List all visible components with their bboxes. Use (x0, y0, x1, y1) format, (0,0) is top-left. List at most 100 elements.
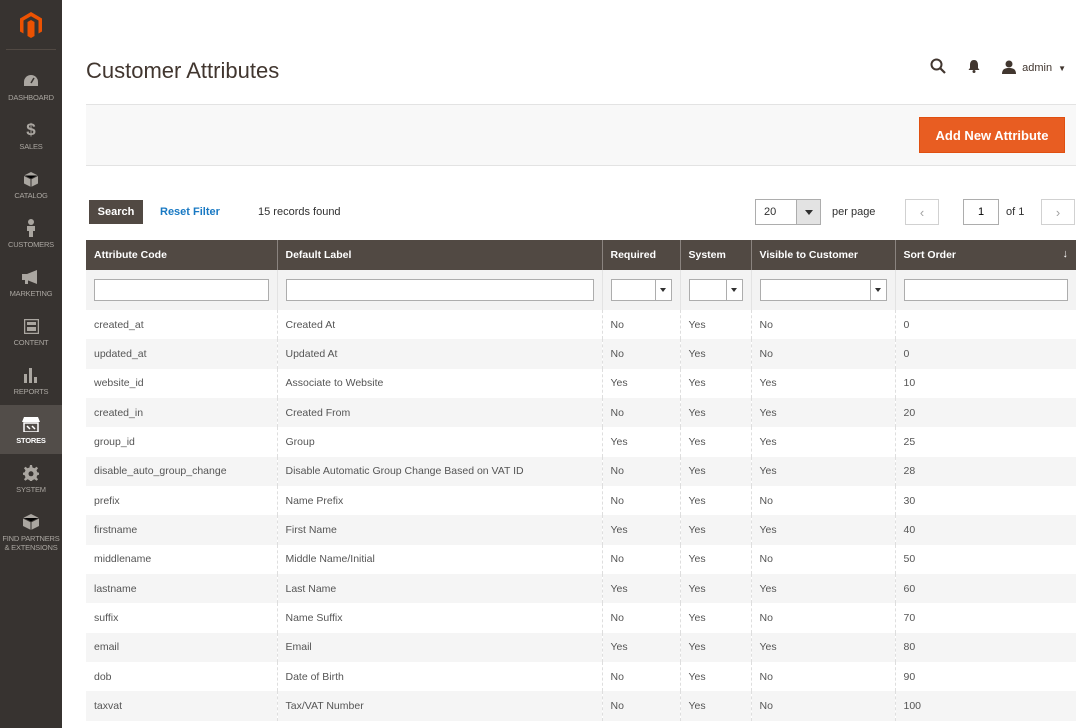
attribute-code-cell: taxvat (86, 691, 278, 721)
attribute-code-cell: created_at (86, 310, 278, 340)
table-row[interactable]: email Email Yes Yes Yes 80 (86, 632, 1076, 663)
page-title: Customer Attributes (86, 58, 280, 83)
notifications-bell-icon[interactable] (968, 59, 980, 78)
table-row[interactable]: group_id Group Yes Yes Yes 25 (86, 427, 1076, 457)
sidebar-item-label: FIND PARTNERS (2, 534, 60, 543)
attribute-code-cell: updated_at (86, 339, 278, 369)
column-header-attribute-code[interactable]: Attribute Code (86, 240, 278, 270)
column-header-required[interactable]: Required (602, 240, 681, 270)
per-page-value: 20 (764, 206, 777, 218)
partners-icon (23, 512, 39, 532)
next-page-button[interactable]: › (1041, 199, 1075, 225)
sidebar-item-label: DASHBOARD (8, 93, 54, 102)
visible-to-customer-cell: No (751, 603, 896, 633)
required-cell: No (602, 456, 681, 487)
table-row[interactable]: updated_at Updated At No Yes No 0 (86, 339, 1076, 369)
column-header-label: Sort Order (903, 249, 957, 261)
sort-order-cell: 90 (895, 662, 1076, 692)
required-cell: No (602, 398, 681, 428)
table-row[interactable]: middlename Middle Name/Initial No Yes No 50 (86, 544, 1076, 575)
default-label-cell: Created At (277, 310, 603, 340)
required-filter[interactable] (610, 279, 672, 301)
system-cell: Yes (680, 544, 752, 575)
sidebar-item-catalog[interactable]: CATALOG (0, 160, 62, 209)
attribute-code-cell: lastname (86, 574, 278, 604)
table-row[interactable]: taxvat Tax/VAT Number No Yes No 100 (86, 691, 1076, 721)
sort-order-cell: 40 (895, 515, 1076, 545)
default-label-cell: Associate to Website (277, 368, 603, 399)
reset-filter-link[interactable]: Reset Filter (160, 206, 220, 218)
magento-logo[interactable] (6, 0, 56, 50)
chevron-left-icon: ‹ (919, 204, 925, 220)
attribute-code-filter[interactable] (94, 279, 269, 301)
sidebar-item-system[interactable]: SYSTEM (0, 454, 62, 503)
column-header-default-label[interactable]: Default Label (277, 240, 603, 270)
sidebar-item-content[interactable]: CONTENT (0, 307, 62, 356)
default-label-cell: Middle Name/Initial (277, 544, 603, 575)
per-page-select[interactable]: 20 (755, 199, 821, 225)
search-button[interactable]: Search (89, 200, 143, 224)
attribute-code-cell: prefix (86, 486, 278, 516)
sort-order-cell: 10 (895, 368, 1076, 399)
dashboard-icon (23, 71, 39, 91)
sidebar-item-sales[interactable]: $ SALES (0, 111, 62, 160)
required-cell: No (602, 339, 681, 369)
table-row[interactable]: created_in Created From No Yes Yes 20 (86, 398, 1076, 428)
required-cell: Yes (602, 574, 681, 604)
system-cell: Yes (680, 574, 752, 604)
sort-order-cell: 28 (895, 456, 1076, 487)
dollar-icon: $ (26, 120, 36, 139)
default-label-cell: Tax/VAT Number (277, 691, 603, 721)
sidebar-item-customers[interactable]: CUSTOMERS (0, 209, 62, 258)
table-row[interactable]: suffix Name Suffix No Yes No 70 (86, 603, 1076, 633)
system-cell: Yes (680, 456, 752, 487)
visible-to-customer-cell: No (751, 544, 896, 575)
add-new-attribute-button[interactable]: Add New Attribute (919, 117, 1065, 153)
column-header-system[interactable]: System (680, 240, 752, 270)
required-cell: Yes (602, 368, 681, 399)
search-icon[interactable] (930, 58, 946, 79)
default-label-cell: Updated At (277, 339, 603, 369)
user-account-menu[interactable]: admin ▼ (1002, 60, 1066, 77)
sidebar-item-find-partners[interactable]: FIND PARTNERS & EXTENSIONS (0, 503, 62, 561)
table-row[interactable]: prefix Name Prefix No Yes No 30 (86, 486, 1076, 516)
system-cell: Yes (680, 310, 752, 340)
sidebar-item-label: CATALOG (14, 191, 48, 200)
table-row[interactable]: firstname First Name Yes Yes Yes 40 (86, 515, 1076, 545)
grid-body: created_at Created At No Yes No 0 updated_at Up… (86, 310, 1076, 721)
sort-order-cell: 60 (895, 574, 1076, 604)
attribute-code-cell: website_id (86, 368, 278, 399)
chevron-down-icon (796, 200, 820, 224)
sidebar-item-label: SALES (19, 142, 43, 151)
system-filter[interactable] (688, 279, 743, 301)
visible-to-customer-filter[interactable] (759, 279, 887, 301)
sort-order-filter[interactable] (903, 279, 1068, 301)
required-cell: Yes (602, 632, 681, 663)
required-cell: No (602, 603, 681, 633)
column-header-visible-to-customer[interactable]: Visible to Customer (751, 240, 896, 270)
visible-to-customer-cell: Yes (751, 427, 896, 457)
system-cell: Yes (680, 662, 752, 692)
column-header-sort-order[interactable]: Sort Order ↓ (895, 240, 1076, 270)
table-row[interactable]: created_at Created At No Yes No 0 (86, 310, 1076, 340)
sidebar-item-dashboard[interactable]: DASHBOARD (0, 62, 62, 111)
previous-page-button[interactable]: ‹ (905, 199, 939, 225)
sidebar-item-stores[interactable]: STORES (0, 405, 62, 454)
user-name: admin (1022, 62, 1053, 74)
required-cell: No (602, 691, 681, 721)
default-label-filter[interactable] (285, 279, 594, 301)
sort-order-cell: 0 (895, 310, 1076, 340)
table-row[interactable]: dob Date of Birth No Yes No 90 (86, 662, 1076, 692)
records-count: 15 records found (258, 206, 341, 218)
table-row[interactable]: lastname Last Name Yes Yes Yes 60 (86, 574, 1076, 604)
table-row[interactable]: website_id Associate to Website Yes Yes Yes 1… (86, 368, 1076, 399)
page-number-input[interactable] (963, 199, 999, 225)
default-label-cell: Email (277, 632, 603, 663)
sidebar-item-reports[interactable]: REPORTS (0, 356, 62, 405)
visible-to-customer-cell: No (751, 662, 896, 692)
sidebar-item-label: & EXTENSIONS (4, 543, 58, 552)
table-row[interactable]: disable_auto_group_change Disable Automat… (86, 456, 1076, 487)
visible-to-customer-cell: Yes (751, 456, 896, 487)
sidebar-item-marketing[interactable]: MARKETING (0, 258, 62, 307)
system-cell: Yes (680, 691, 752, 721)
